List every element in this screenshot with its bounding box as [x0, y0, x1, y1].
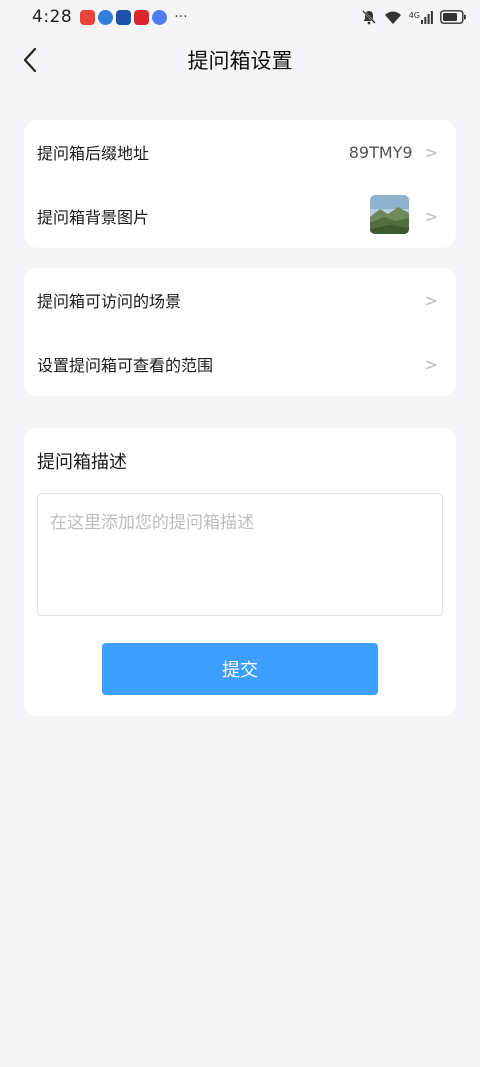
music-app-icon — [152, 9, 168, 25]
network-type-label: 4G — [408, 10, 420, 20]
signal-icon: 4G — [408, 10, 433, 24]
nav-bar: 提问箱设置 — [0, 34, 480, 86]
chevron-right-icon: > — [424, 354, 438, 374]
back-button[interactable] — [16, 46, 44, 74]
suffix-address-row[interactable]: 提问箱后缀地址 89TMY9 > — [24, 120, 456, 184]
submit-button[interactable]: 提交 — [102, 643, 378, 695]
suffix-address-value: 89TMY9 — [348, 142, 413, 162]
chevron-left-icon — [23, 47, 37, 73]
mute-bell-icon — [361, 10, 376, 25]
settings-card-address: 提问箱后缀地址 89TMY9 > 提问箱背景图片 > — [24, 120, 456, 248]
access-scenes-row[interactable]: 提问箱可访问的场景 > — [24, 268, 456, 332]
red-app-icon — [80, 9, 96, 25]
description-input[interactable] — [37, 493, 443, 616]
status-app-icons: ··· — [80, 9, 188, 25]
settings-card-visibility: 提问箱可访问的场景 > 设置提问箱可查看的范围 > — [24, 268, 456, 396]
status-time: 4:28 — [32, 7, 73, 27]
chevron-right-icon: > — [424, 142, 438, 162]
battery-icon — [440, 10, 466, 24]
view-range-row[interactable]: 设置提问箱可查看的范围 > — [24, 332, 456, 396]
chevron-right-icon: > — [424, 290, 438, 310]
access-scenes-label: 提问箱可访问的场景 — [37, 292, 182, 311]
landscape-thumbnail-image — [369, 194, 409, 234]
suffix-address-label: 提问箱后缀地址 — [37, 144, 150, 163]
wifi-icon — [384, 11, 401, 24]
status-more: ··· — [174, 9, 188, 25]
signal-bars-icon — [421, 10, 433, 24]
description-card: 提问箱描述 提交 — [24, 428, 456, 716]
blue-app-icon — [98, 9, 114, 25]
chevron-right-icon: > — [424, 206, 438, 226]
status-bar: 4:28 ··· 4G — [0, 0, 480, 34]
background-image-row[interactable]: 提问箱背景图片 > — [24, 184, 456, 248]
status-right-icons: 4G — [361, 9, 466, 25]
background-thumbnail[interactable] — [369, 194, 409, 238]
dark-blue-app-icon — [116, 9, 132, 25]
view-range-label: 设置提问箱可查看的范围 — [37, 356, 214, 375]
background-image-label: 提问箱背景图片 — [37, 208, 150, 227]
red-app-icon-2 — [134, 9, 150, 25]
page-title: 提问箱设置 — [187, 49, 293, 73]
description-title: 提问箱描述 — [37, 452, 127, 473]
